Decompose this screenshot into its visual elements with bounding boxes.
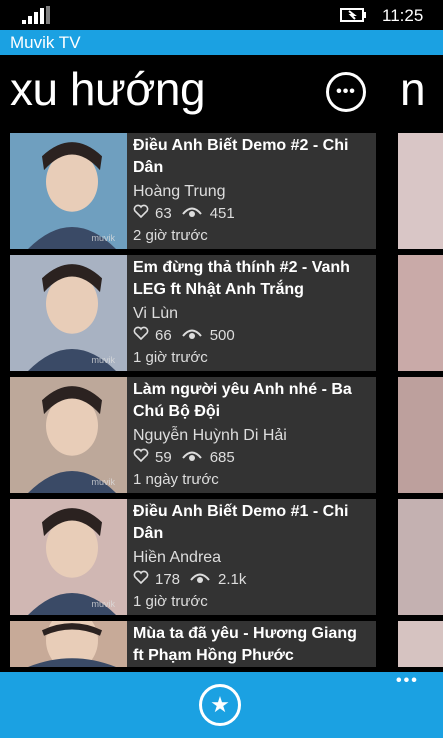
video-info: Điều Anh Biết Demo #1 - Chi Dân Hiền And… bbox=[133, 501, 370, 613]
pivot-header-next[interactable]: n bbox=[400, 62, 426, 116]
status-bar: 11:25 bbox=[0, 0, 443, 30]
video-posted-time: 2 giờ trước bbox=[133, 227, 208, 244]
view-count: 451 bbox=[209, 205, 235, 222]
heart-icon bbox=[133, 325, 149, 347]
thumbnail-watermark: muvik bbox=[91, 355, 115, 365]
like-count: 59 bbox=[155, 449, 172, 466]
video-thumbnail[interactable]: muvik bbox=[10, 377, 127, 493]
like-count: 63 bbox=[155, 205, 172, 222]
video-posted-time: 1 ngày trước bbox=[133, 471, 219, 488]
heart-icon bbox=[133, 569, 149, 591]
video-title[interactable]: Em đừng thả thính #2 - Vanh LEG ft Nhật … bbox=[133, 257, 370, 301]
eye-icon bbox=[190, 569, 212, 591]
video-author: Nguyễn Huỳnh Di Hải bbox=[133, 427, 287, 444]
video-list-item[interactable]: muvik Điều Anh Biết Demo #1 - Chi Dân Hi… bbox=[10, 499, 376, 615]
next-pivot-preview[interactable] bbox=[398, 255, 443, 371]
app-bar-more-button[interactable]: ••• bbox=[396, 672, 419, 690]
app-title: Muvik TV bbox=[10, 33, 81, 52]
video-title[interactable]: Điều Anh Biết Demo #1 - Chi Dân bbox=[133, 501, 370, 545]
video-info: Điều Anh Biết Demo #2 - Chi Dân Hoàng Tr… bbox=[133, 135, 370, 247]
view-count: 500 bbox=[209, 327, 235, 344]
heart-icon bbox=[133, 203, 149, 225]
video-posted-time: 1 giờ trước bbox=[133, 593, 208, 610]
view-count: 2.1k bbox=[218, 571, 247, 588]
video-author: Hiền Andrea bbox=[133, 549, 222, 566]
pivot-header-current[interactable]: xu hướng bbox=[10, 62, 206, 116]
eye-icon bbox=[181, 203, 204, 225]
eye-icon bbox=[181, 325, 204, 347]
video-stats: 178 2.1k bbox=[133, 569, 370, 591]
video-thumbnail[interactable]: muvik bbox=[10, 133, 127, 249]
eye-icon bbox=[181, 447, 204, 469]
video-info: Em đừng thả thính #2 - Vanh LEG ft Nhật … bbox=[133, 257, 370, 369]
video-info: Làm người yêu Anh nhé - Ba Chú Bộ Đội Ng… bbox=[133, 379, 370, 491]
video-thumbnail[interactable]: muvik bbox=[10, 499, 127, 615]
thumbnail-watermark: muvik bbox=[91, 599, 115, 609]
signal-icon bbox=[22, 6, 50, 24]
next-pivot-preview[interactable] bbox=[398, 499, 443, 615]
video-stats: 66 500 bbox=[133, 325, 370, 347]
video-list-item[interactable]: muvik Em đừng thả thính #2 - Vanh LEG ft… bbox=[10, 255, 376, 371]
thumbnail-watermark: muvik bbox=[91, 477, 115, 487]
video-title[interactable]: Điều Anh Biết Demo #2 - Chi Dân bbox=[133, 135, 370, 179]
like-count: 66 bbox=[155, 327, 172, 344]
app-bar: ★ ••• bbox=[0, 672, 443, 738]
video-stats: 59 685 bbox=[133, 447, 370, 469]
like-count: 178 bbox=[155, 571, 181, 588]
clock: 11:25 bbox=[382, 6, 424, 25]
more-options-button[interactable]: ••• bbox=[326, 72, 366, 112]
next-pivot-preview[interactable] bbox=[398, 621, 443, 667]
video-author: Hoàng Trung bbox=[133, 183, 226, 200]
video-list-item[interactable]: Mùa ta đã yêu - Hương Giang ft Phạm Hồng… bbox=[10, 621, 376, 667]
video-info: Mùa ta đã yêu - Hương Giang ft Phạm Hồng… bbox=[133, 623, 370, 669]
battery-icon bbox=[340, 8, 366, 22]
app-title-bar: Muvik TV bbox=[0, 30, 443, 55]
more-icon: ••• bbox=[336, 83, 356, 100]
video-title[interactable]: Làm người yêu Anh nhé - Ba Chú Bộ Đội bbox=[133, 379, 370, 423]
star-icon: ★ bbox=[210, 692, 230, 717]
favorite-button[interactable]: ★ bbox=[199, 684, 241, 726]
video-title[interactable]: Mùa ta đã yêu - Hương Giang ft Phạm Hồng… bbox=[133, 623, 370, 667]
view-count: 685 bbox=[209, 449, 235, 466]
thumbnail-watermark: muvik bbox=[91, 233, 115, 243]
video-thumbnail[interactable]: muvik bbox=[10, 255, 127, 371]
next-pivot-preview[interactable] bbox=[398, 377, 443, 493]
video-stats: 63 451 bbox=[133, 203, 370, 225]
next-pivot-preview[interactable] bbox=[398, 133, 443, 249]
video-author: Vi Lùn bbox=[133, 305, 179, 322]
video-thumbnail[interactable] bbox=[10, 621, 127, 667]
video-list-item[interactable]: muvik Điều Anh Biết Demo #2 - Chi Dân Ho… bbox=[10, 133, 376, 249]
heart-icon bbox=[133, 447, 149, 469]
video-posted-time: 1 giờ trước bbox=[133, 349, 208, 366]
video-list-item[interactable]: muvik Làm người yêu Anh nhé - Ba Chú Bộ … bbox=[10, 377, 376, 493]
